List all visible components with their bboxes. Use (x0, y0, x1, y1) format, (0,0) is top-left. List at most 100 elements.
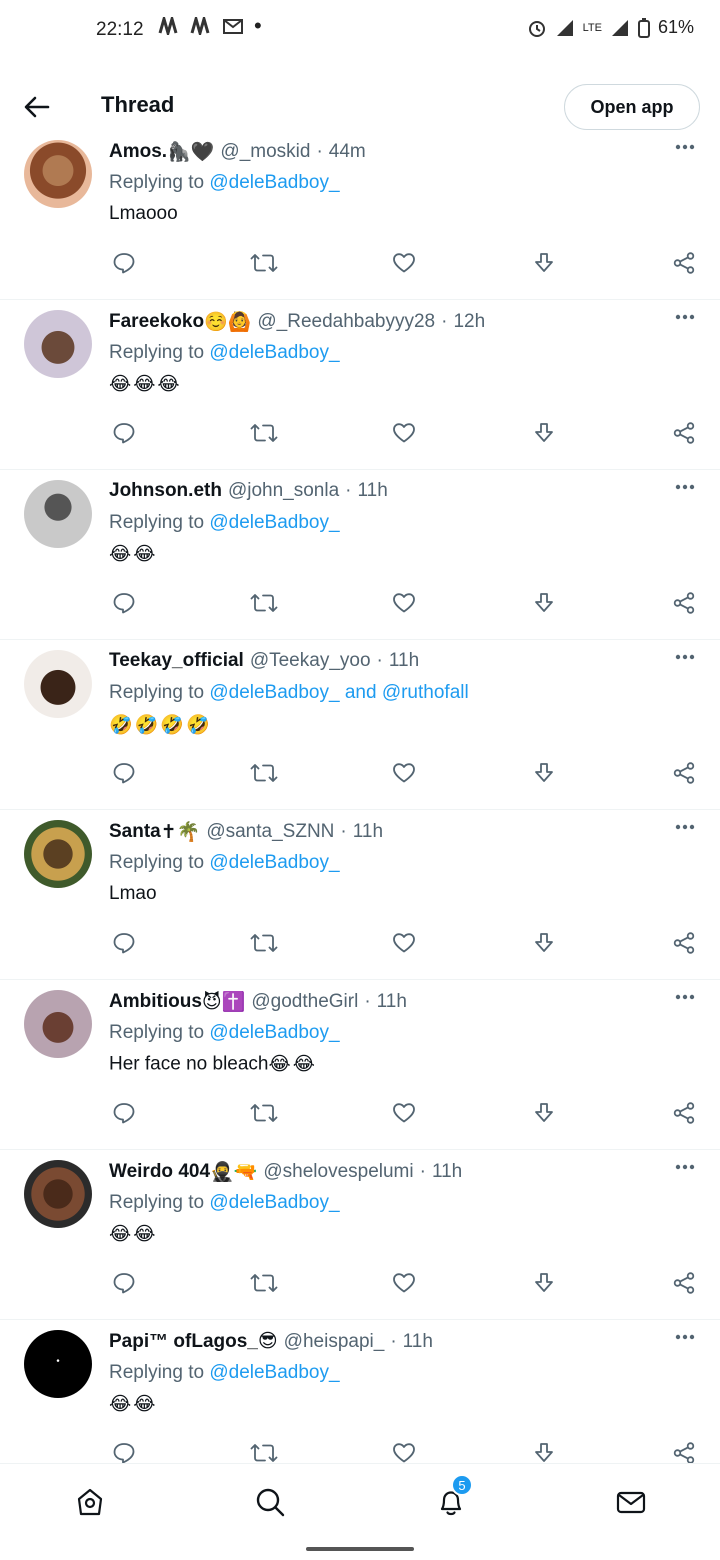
display-name[interactable]: Santa (109, 821, 161, 843)
more-options-button[interactable] (670, 824, 700, 844)
save-button[interactable] (529, 1268, 559, 1298)
reply-button[interactable] (109, 588, 139, 618)
save-button[interactable] (529, 1438, 559, 1463)
more-options-button[interactable] (670, 144, 700, 164)
timestamp[interactable]: 12h (453, 311, 485, 333)
tweet[interactable]: Teekay_official @Teekay_yoo · 11h Replyi… (0, 640, 720, 810)
user-handle[interactable]: @_moskid (220, 141, 310, 163)
retweet-button[interactable] (249, 1098, 279, 1128)
avatar[interactable] (24, 990, 92, 1058)
more-options-button[interactable] (670, 1334, 700, 1354)
user-handle[interactable]: @_Reedahbabyyy28 (257, 311, 435, 333)
share-button[interactable] (669, 588, 699, 618)
open-app-button[interactable]: Open app (564, 84, 700, 130)
avatar[interactable] (24, 1330, 92, 1398)
like-button[interactable] (389, 248, 419, 278)
share-button[interactable] (669, 418, 699, 448)
avatar[interactable] (24, 650, 92, 718)
timestamp[interactable]: 44m (329, 141, 366, 163)
save-button[interactable] (529, 1098, 559, 1128)
timestamp[interactable]: 11h (357, 480, 387, 502)
timestamp[interactable]: 11h (353, 821, 383, 843)
mention-link[interactable]: @deleBadboy_ (209, 1022, 339, 1043)
like-button[interactable] (389, 418, 419, 448)
like-button[interactable] (389, 928, 419, 958)
retweet-button[interactable] (249, 418, 279, 448)
like-button[interactable] (389, 1098, 419, 1128)
avatar[interactable] (24, 820, 92, 888)
back-button[interactable] (20, 90, 54, 124)
tweet[interactable]: Papi™ ofLagos_ 😎 @heispapi_ · 11h Replyin… (0, 1320, 720, 1463)
user-handle[interactable]: @Teekay_yoo (250, 650, 371, 672)
timestamp[interactable]: 11h (432, 1161, 462, 1183)
tweet[interactable]: Ambitious 😈✝️ @godtheGirl · 11h Replying … (0, 980, 720, 1150)
save-button[interactable] (529, 928, 559, 958)
user-handle[interactable]: @heispapi_ (284, 1331, 385, 1353)
mention-link[interactable]: @deleBadboy_ (209, 512, 339, 533)
timestamp[interactable]: 11h (377, 991, 407, 1013)
mention-link[interactable]: @deleBadboy_ (209, 1362, 339, 1383)
share-button[interactable] (669, 758, 699, 788)
timestamp[interactable]: 11h (403, 1331, 433, 1353)
reply-button[interactable] (109, 248, 139, 278)
share-button[interactable] (669, 248, 699, 278)
tweet[interactable]: Fareekoko ☺️🙆 @_Reedahbabyyy28 · 12h Repl… (0, 300, 720, 470)
reply-button[interactable] (109, 758, 139, 788)
timestamp[interactable]: 11h (389, 650, 419, 672)
reply-button[interactable] (109, 1438, 139, 1463)
retweet-button[interactable] (249, 248, 279, 278)
mention-link[interactable]: @deleBadboy_ and @ruthofall (209, 682, 468, 703)
user-handle[interactable]: @shelovespelumi (263, 1161, 413, 1183)
retweet-button[interactable] (249, 1438, 279, 1463)
more-options-button[interactable] (670, 654, 700, 674)
share-button[interactable] (669, 1098, 699, 1128)
mention-link[interactable]: @deleBadboy_ (209, 852, 339, 873)
avatar[interactable] (24, 480, 92, 548)
display-name[interactable]: Amos. (109, 141, 167, 163)
more-options-button[interactable] (670, 484, 700, 504)
reply-button[interactable] (109, 418, 139, 448)
share-button[interactable] (669, 1268, 699, 1298)
avatar[interactable] (24, 1160, 92, 1228)
reply-button[interactable] (109, 928, 139, 958)
tweet[interactable]: Weirdo 404 🥷🔫 @shelovespelumi · 11h Reply… (0, 1150, 720, 1320)
retweet-button[interactable] (249, 588, 279, 618)
mention-link[interactable]: @deleBadboy_ (209, 172, 339, 193)
retweet-button[interactable] (249, 1268, 279, 1298)
more-options-button[interactable] (670, 994, 700, 1014)
tweet[interactable]: Santa ✝🌴 @santa_SZNN · 11h Replying to @d… (0, 810, 720, 980)
save-button[interactable] (529, 248, 559, 278)
share-button[interactable] (669, 928, 699, 958)
share-button[interactable] (669, 1438, 699, 1463)
like-button[interactable] (389, 1438, 419, 1463)
tweet[interactable]: Amos. 🦍🖤 @_moskid · 44m Replying to @dele… (0, 130, 720, 300)
display-name[interactable]: Weirdo 404 (109, 1161, 210, 1183)
like-button[interactable] (389, 1268, 419, 1298)
retweet-button[interactable] (249, 758, 279, 788)
display-name[interactable]: Ambitious (109, 991, 202, 1013)
nav-messages[interactable] (611, 1482, 651, 1522)
display-name[interactable]: Teekay_official (109, 650, 244, 672)
more-options-button[interactable] (670, 314, 700, 334)
nav-home[interactable] (70, 1482, 110, 1522)
save-button[interactable] (529, 588, 559, 618)
display-name[interactable]: Johnson.eth (109, 480, 222, 502)
nav-search[interactable] (250, 1482, 290, 1522)
reply-button[interactable] (109, 1098, 139, 1128)
save-button[interactable] (529, 758, 559, 788)
user-handle[interactable]: @santa_SZNN (206, 821, 334, 843)
save-button[interactable] (529, 418, 559, 448)
like-button[interactable] (389, 758, 419, 788)
mention-link[interactable]: @deleBadboy_ (209, 342, 339, 363)
home-indicator[interactable] (306, 1547, 414, 1551)
reply-button[interactable] (109, 1268, 139, 1298)
avatar[interactable] (24, 140, 92, 208)
display-name[interactable]: Fareekoko (109, 311, 204, 333)
tweet[interactable]: Johnson.eth @john_sonla · 11h Replying t… (0, 470, 720, 640)
mention-link[interactable]: @deleBadboy_ (209, 1192, 339, 1213)
like-button[interactable] (389, 588, 419, 618)
user-handle[interactable]: @godtheGirl (251, 991, 358, 1013)
avatar[interactable] (24, 310, 92, 378)
more-options-button[interactable] (670, 1164, 700, 1184)
retweet-button[interactable] (249, 928, 279, 958)
